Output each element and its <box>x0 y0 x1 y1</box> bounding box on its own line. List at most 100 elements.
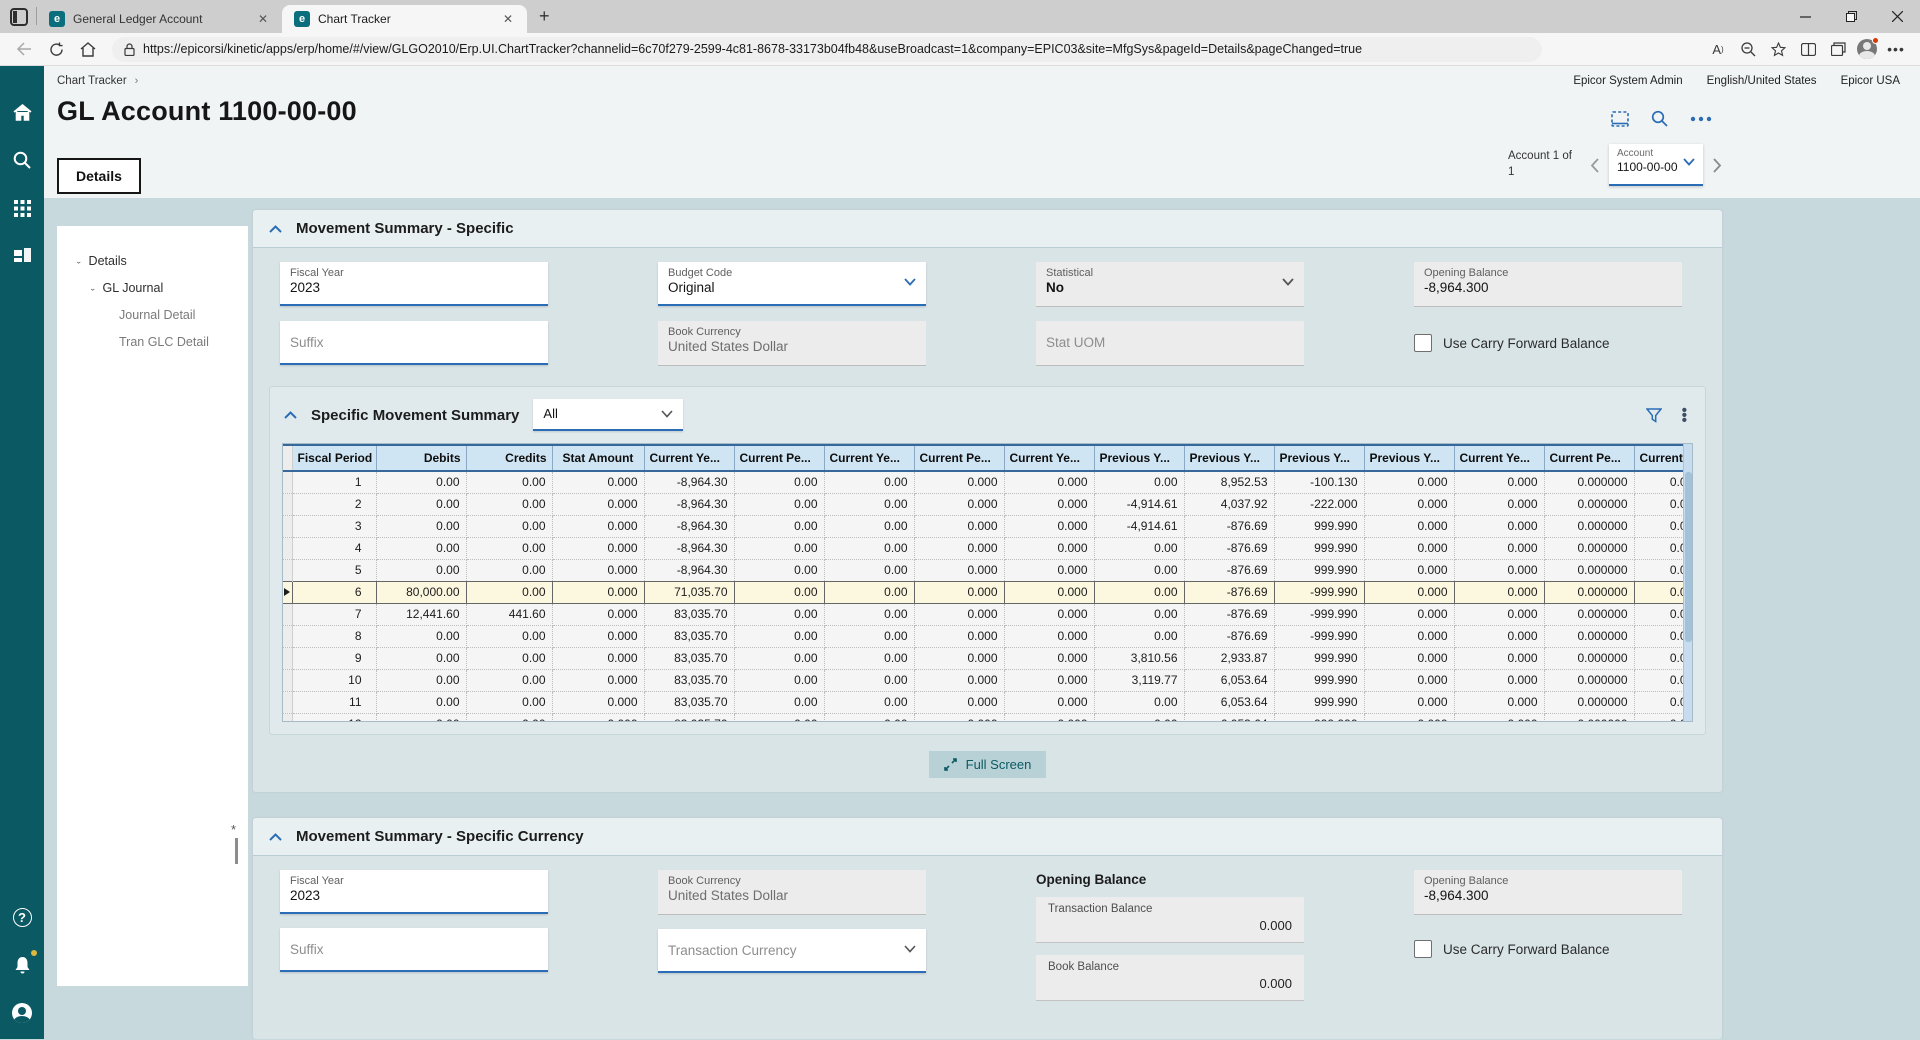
grid-cell[interactable]: 0.000 <box>1454 537 1544 559</box>
browser-profile-avatar[interactable] <box>1854 36 1880 62</box>
grid-cell[interactable]: -876.69 <box>1184 625 1274 647</box>
grid-cell[interactable]: 0.000000 <box>1544 515 1634 537</box>
statistical-select[interactable]: Statistical No <box>1036 262 1304 307</box>
grid-cell[interactable]: 0.000000 <box>1544 713 1634 722</box>
chevron-down-icon[interactable] <box>1683 158 1695 166</box>
grid-cell[interactable]: 83,035.70 <box>644 647 734 669</box>
budget-code-select[interactable]: Budget Code Original <box>658 262 926 306</box>
grid-cell[interactable]: -8,964.30 <box>644 537 734 559</box>
grid-cell[interactable]: 8,952.53 <box>1184 471 1274 493</box>
grid-cell[interactable]: 0.000000 <box>1544 471 1634 493</box>
grid-column-header[interactable]: Credits <box>466 445 552 471</box>
grid-cell[interactable]: -876.69 <box>1184 515 1274 537</box>
grid-cell[interactable]: 0.00 <box>824 669 914 691</box>
grid-cell[interactable]: 0.000 <box>552 713 644 722</box>
grid-cell[interactable]: 83,035.70 <box>644 713 734 722</box>
grid-column-header[interactable]: Current Ye... <box>1454 445 1544 471</box>
grid-cell[interactable]: 0.000 <box>1004 515 1094 537</box>
grid-cell[interactable]: 0.000 <box>1364 515 1454 537</box>
grid-cell[interactable]: 0.000 <box>1364 691 1454 713</box>
grid-cell[interactable]: 0.000 <box>914 471 1004 493</box>
grid-cell[interactable]: 0.00 <box>466 537 552 559</box>
grid-row[interactable]: 50.000.000.000-8,964.300.000.000.0000.00… <box>283 559 1693 581</box>
grid-cell[interactable]: 0.00 <box>734 515 824 537</box>
tab-close-icon[interactable]: ✕ <box>254 11 272 27</box>
grid-cell[interactable]: 0.000 <box>552 669 644 691</box>
account-combo[interactable]: Account 1100-00-00 <box>1609 144 1703 186</box>
grid-cell[interactable]: 0.00 <box>824 713 914 722</box>
grid-cell[interactable]: 0.000 <box>1454 471 1544 493</box>
grid-cell[interactable]: -876.69 <box>1184 603 1274 625</box>
grid-cell[interactable]: 0.00 <box>824 625 914 647</box>
grid-cell[interactable]: 0.000 <box>1004 603 1094 625</box>
grid-cell[interactable]: 0.00 <box>466 471 552 493</box>
grid-cell[interactable]: 0.000 <box>914 625 1004 647</box>
grid-cell[interactable]: 0.000 <box>914 537 1004 559</box>
current-user-label[interactable]: Epicor System Admin <box>1573 75 1682 87</box>
grid-cell[interactable]: 0.000 <box>914 713 1004 722</box>
row-selector-cell[interactable] <box>283 647 292 669</box>
grid-column-header[interactable]: Current Ye... <box>1004 445 1094 471</box>
grid-cell[interactable]: 0.000 <box>1364 625 1454 647</box>
grid-cell[interactable]: 4 <box>292 537 376 559</box>
grid-cell[interactable]: 83,035.70 <box>644 603 734 625</box>
grid-cell[interactable]: -4,914.61 <box>1094 515 1184 537</box>
grid-cell[interactable]: 0.00 <box>734 493 824 515</box>
grid-cell[interactable]: 0.000 <box>1454 581 1544 603</box>
suffix-input[interactable]: Suffix <box>280 321 548 365</box>
grid-cell[interactable]: 0.000 <box>1364 647 1454 669</box>
grid-cell[interactable]: 6,053.64 <box>1184 669 1274 691</box>
grid-cell[interactable]: 999.990 <box>1274 559 1364 581</box>
grid-cell[interactable]: 83,035.70 <box>644 669 734 691</box>
grid-cell[interactable]: 0.000 <box>1364 669 1454 691</box>
row-selector-cell[interactable] <box>283 603 292 625</box>
grid-cell[interactable]: 0.00 <box>734 471 824 493</box>
grid-cell[interactable]: 0.000000 <box>1544 691 1634 713</box>
grid-cell[interactable]: 0.00 <box>376 625 466 647</box>
grid-cell[interactable]: -100.130 <box>1274 471 1364 493</box>
home-nav-icon[interactable] <box>10 100 34 124</box>
grid-cell[interactable]: 83,035.70 <box>644 625 734 647</box>
grid-menu-kebab-icon[interactable]: ••• <box>1682 408 1687 423</box>
grid-cell[interactable]: 0.000 <box>552 537 644 559</box>
grid-cell[interactable]: 0.00 <box>1094 691 1184 713</box>
grid-cell[interactable]: 0.00 <box>734 713 824 722</box>
grid-cell[interactable]: 0.000 <box>1004 713 1094 722</box>
grid-cell[interactable]: 0.00 <box>824 581 914 603</box>
grid-cell[interactable]: 0.000 <box>552 647 644 669</box>
grid-cell[interactable]: 0.000 <box>552 691 644 713</box>
grid-cell[interactable]: 0.000 <box>914 647 1004 669</box>
grid-cell[interactable]: 0.00 <box>1094 625 1184 647</box>
grid-cell[interactable]: 8 <box>292 625 376 647</box>
tree-item-tran-glc-detail[interactable]: Tran GLC Detail <box>119 335 248 349</box>
split-screen-icon[interactable] <box>1794 36 1822 62</box>
grid-cell[interactable]: 0.00 <box>1094 603 1184 625</box>
grid-row[interactable]: 90.000.000.00083,035.700.000.000.0000.00… <box>283 647 1693 669</box>
grid-column-header[interactable]: Previous Y... <box>1094 445 1184 471</box>
grid-cell[interactable]: 80,000.00 <box>376 581 466 603</box>
grid-cell[interactable]: 0.00 <box>466 669 552 691</box>
help-icon[interactable]: ? <box>10 905 34 929</box>
grid-cell[interactable]: 0.00 <box>466 515 552 537</box>
favorites-star-icon[interactable] <box>1764 36 1792 62</box>
grid-cell[interactable]: 0.00 <box>376 537 466 559</box>
row-selector-cell[interactable] <box>283 691 292 713</box>
apps-grid-icon[interactable] <box>10 196 34 220</box>
grid-cell[interactable]: 0.000 <box>552 471 644 493</box>
grid-cell[interactable]: 0.00 <box>466 713 552 722</box>
filter-funnel-icon[interactable] <box>1646 408 1662 423</box>
grid-cell[interactable]: 4,037.92 <box>1184 493 1274 515</box>
grid-cell[interactable]: 0.000 <box>1004 669 1094 691</box>
grid-cell[interactable]: 6,053.64 <box>1184 691 1274 713</box>
grid-cell[interactable]: 0.00 <box>734 603 824 625</box>
fiscal-year-field[interactable]: Fiscal Year 2023 <box>280 262 548 306</box>
collapse-chevron-icon[interactable] <box>269 833 282 841</box>
chevron-down-icon[interactable] <box>1282 278 1294 286</box>
grid-cell[interactable]: 0.00 <box>376 691 466 713</box>
grid-cell[interactable]: 999.990 <box>1274 537 1364 559</box>
full-screen-button[interactable]: Full Screen <box>929 751 1047 778</box>
url-field[interactable]: https://epicorsi/kinetic/apps/erp/home/#… <box>112 37 1542 62</box>
grid-cell[interactable]: 3,119.77 <box>1094 669 1184 691</box>
grid-column-header[interactable]: Current Ye... <box>824 445 914 471</box>
grid-cell[interactable]: -876.69 <box>1184 581 1274 603</box>
